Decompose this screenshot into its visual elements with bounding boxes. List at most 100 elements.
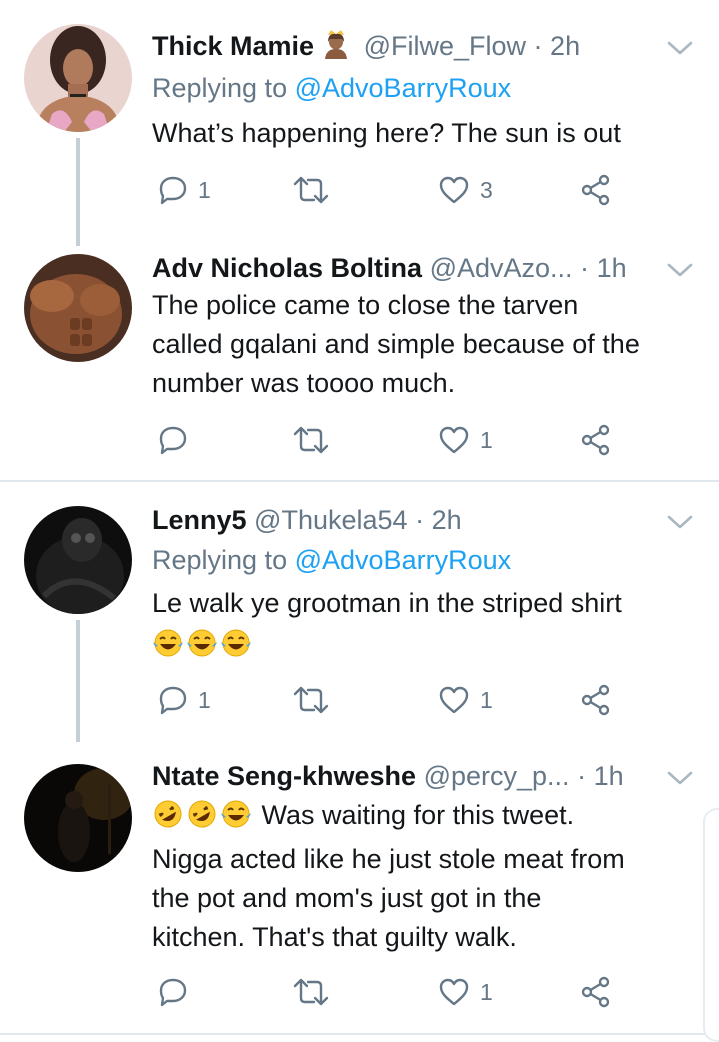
like-count: 1 xyxy=(480,686,493,713)
replying-to-link[interactable]: @AdvoBarryRoux xyxy=(295,73,512,103)
replying-to-link[interactable]: @AdvoBarryRoux xyxy=(295,545,512,575)
tears-of-joy-emoji-icon xyxy=(152,628,184,669)
timestamp[interactable]: 1h xyxy=(597,253,627,283)
tweet-divider xyxy=(0,1033,719,1035)
user-handle[interactable]: @Thukela54 xyxy=(254,505,408,535)
replying-to: Replying to @AdvoBarryRoux xyxy=(152,70,511,106)
thread-line xyxy=(76,138,80,246)
tweet-2[interactable]: Adv Nicholas Boltina @AdvAzo... · 1h The… xyxy=(0,246,719,480)
retweet-icon xyxy=(293,176,329,204)
tweet-header: Thick Mamie @Filwe_Flow · 2h xyxy=(152,28,659,68)
heart-icon xyxy=(439,978,469,1006)
retweet-icon xyxy=(293,978,329,1006)
display-name[interactable]: Lenny5 xyxy=(152,505,247,535)
separator-dot: · xyxy=(415,505,425,535)
scroll-handle[interactable] xyxy=(703,808,719,1042)
avatar[interactable] xyxy=(24,506,132,614)
action-bar: 1 1 xyxy=(152,680,622,720)
avatar[interactable] xyxy=(24,764,132,872)
user-handle[interactable]: @percy_p... xyxy=(424,761,570,791)
separator-dot: · xyxy=(580,253,590,283)
heart-icon xyxy=(439,686,469,714)
heart-icon xyxy=(439,426,469,454)
tweet-text-line: Nigga acted like he just stole meat from xyxy=(152,844,625,874)
chevron-down-icon[interactable] xyxy=(666,512,694,532)
reply-button[interactable] xyxy=(158,972,198,1012)
separator-dot: · xyxy=(577,761,587,791)
tweet-header: Adv Nicholas Boltina @AdvAzo... · 1h xyxy=(152,250,659,286)
action-bar: 1 3 xyxy=(152,170,622,210)
reply-count: 1 xyxy=(198,686,211,713)
retweet-button[interactable] xyxy=(292,170,330,210)
princess-emoji-icon xyxy=(322,29,350,68)
display-name[interactable]: Adv Nicholas Boltina xyxy=(152,253,422,283)
tweet-text: What’s happening here? The sun is out xyxy=(152,118,621,148)
share-button[interactable] xyxy=(580,972,612,1012)
tweet-text-line: the pot and mom's just got in the xyxy=(152,883,542,913)
like-button[interactable]: 3 xyxy=(438,170,493,210)
like-button[interactable]: 1 xyxy=(438,680,493,720)
timestamp[interactable]: 1h xyxy=(594,761,624,791)
tweet-text: Was waiting for this tweet. Nigga acted … xyxy=(152,796,702,957)
reply-icon xyxy=(159,686,187,715)
tweet-text-line: called gqalani and simple because of the xyxy=(152,329,640,359)
share-button[interactable] xyxy=(580,680,612,720)
timestamp[interactable]: 2h xyxy=(550,31,580,61)
retweet-button[interactable] xyxy=(292,972,330,1012)
like-button[interactable]: 1 xyxy=(438,420,493,460)
reply-button[interactable] xyxy=(158,420,198,460)
tweet-header: Lenny5 @Thukela54 · 2h xyxy=(152,502,659,538)
share-icon xyxy=(581,424,610,456)
reply-icon xyxy=(159,978,187,1007)
retweet-button[interactable] xyxy=(292,420,330,460)
like-button[interactable]: 1 xyxy=(438,972,493,1012)
separator-dot: · xyxy=(533,31,543,61)
heart-icon xyxy=(439,176,469,204)
tweet-text: The police came to close the tarven call… xyxy=(152,286,702,403)
tweet-4[interactable]: Ntate Seng-khweshe @percy_p... · 1h Was … xyxy=(0,742,719,1037)
tweet-text-first-line: Was waiting for this tweet. xyxy=(152,796,702,840)
retweet-icon xyxy=(293,426,329,454)
user-handle[interactable]: @Filwe_Flow xyxy=(364,31,526,61)
reply-count: 1 xyxy=(198,176,211,203)
avatar[interactable] xyxy=(24,254,132,362)
emoji-row xyxy=(152,625,702,669)
user-handle[interactable]: @AdvAzo... xyxy=(430,253,573,283)
share-icon xyxy=(581,684,610,716)
share-button[interactable] xyxy=(580,170,612,210)
thread-line xyxy=(76,620,80,742)
rofl-emoji-icon xyxy=(186,799,218,840)
action-bar: 1 xyxy=(152,420,622,460)
tweet-3[interactable]: Lenny5 @Thukela54 · 2h Replying to @Advo… xyxy=(0,482,719,742)
timestamp[interactable]: 2h xyxy=(432,505,462,535)
chevron-down-icon[interactable] xyxy=(666,38,694,58)
tweet-text-line: kitchen. That's that guilty walk. xyxy=(152,922,517,952)
tweet-text-line: Le walk ye grootman in the striped shirt xyxy=(152,588,622,618)
reply-button[interactable]: 1 xyxy=(158,170,211,210)
display-name[interactable]: Ntate Seng-khweshe xyxy=(152,761,416,791)
retweet-icon xyxy=(293,686,329,714)
tweet-header: Ntate Seng-khweshe @percy_p... · 1h xyxy=(152,758,659,794)
tweet-text-line: Was waiting for this tweet. xyxy=(261,800,575,830)
share-button[interactable] xyxy=(580,420,612,460)
tears-of-joy-emoji-icon xyxy=(220,628,252,669)
like-count: 1 xyxy=(480,426,493,453)
rofl-emoji-icon xyxy=(152,799,184,840)
share-icon xyxy=(581,976,610,1008)
reply-icon xyxy=(159,426,187,455)
replying-to-prefix: Replying to xyxy=(152,545,288,575)
chevron-down-icon[interactable] xyxy=(666,768,694,788)
share-icon xyxy=(581,174,610,206)
reply-button[interactable]: 1 xyxy=(158,680,211,720)
replying-to: Replying to @AdvoBarryRoux xyxy=(152,542,511,578)
like-count: 1 xyxy=(480,978,493,1005)
chevron-down-icon[interactable] xyxy=(666,260,694,280)
like-count: 3 xyxy=(480,176,493,203)
retweet-button[interactable] xyxy=(292,680,330,720)
tweet-1[interactable]: Thick Mamie @Filwe_Flow · 2h Replying to… xyxy=(0,0,719,246)
display-name[interactable]: Thick Mamie xyxy=(152,31,314,61)
tweet-text-line: number was toooo much. xyxy=(152,368,456,398)
replying-to-prefix: Replying to xyxy=(152,73,288,103)
tweet-text: Le walk ye grootman in the striped shirt xyxy=(152,584,702,669)
avatar[interactable] xyxy=(24,24,132,132)
